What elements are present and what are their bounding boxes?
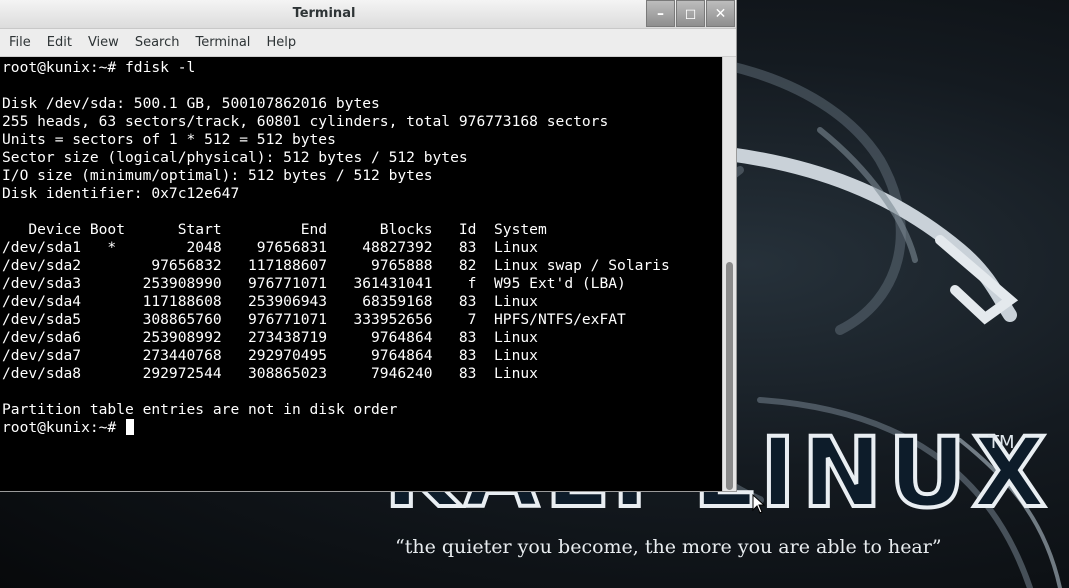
close-icon: ✕ [714,5,727,22]
window-title: Terminal [292,6,356,21]
menu-help[interactable]: Help [258,29,304,57]
window-titlebar[interactable]: Terminal – ◻ ✕ [0,0,736,29]
terminal-output-area[interactable]: root@kunix:~# fdisk -l Disk /dev/sda: 500… [0,57,722,491]
terminal-text: root@kunix:~# fdisk -l Disk /dev/sda: 500… [0,57,722,437]
menu-edit[interactable]: Edit [39,29,80,57]
menu-search[interactable]: Search [127,29,188,57]
minimize-button[interactable]: – [646,0,675,27]
kali-tagline: “the quieter you become, the more you ar… [395,536,942,558]
terminal-line: /dev/sda7 273440768 292970495 9764864 83… [2,347,538,364]
terminal-line: /dev/sda4 117188608 253906943 68359168 8… [2,293,538,310]
maximize-button[interactable]: ◻ [676,0,705,27]
terminal-line: /dev/sda8 292972544 308865023 7946240 83… [2,365,538,382]
terminal-prompt-line[interactable]: root@kunix:~# [2,419,722,437]
terminal-line: /dev/sda2 97656832 117188607 9765888 82 … [2,257,670,274]
menu-terminal[interactable]: Terminal [187,29,258,57]
scrollbar-thumb[interactable] [726,262,733,490]
terminal-line: /dev/sda1 * 2048 97656831 48827392 83 Li… [2,239,538,256]
terminal-line: Device Boot Start End Blocks Id System [2,221,547,238]
terminal-scrollbar[interactable] [722,57,736,491]
window-controls: – ◻ ✕ [646,0,735,27]
terminal-cursor [126,419,135,435]
menu-file[interactable]: File [0,29,39,57]
terminal-line: /dev/sda3 253908990 976771071 361431041 … [2,275,626,292]
trademark-mark: TM [988,432,1015,453]
terminal-line: /dev/sda5 308865760 976771071 333952656 … [2,311,626,328]
minimize-icon: – [657,5,664,22]
terminal-line: Partition table entries are not in disk … [2,401,398,418]
menu-bar: File Edit View Search Terminal Help [0,29,736,57]
terminal-line: Disk /dev/sda: 500.1 GB, 500107862016 by… [2,95,380,112]
terminal-line: Disk identifier: 0x7c12e647 [2,185,240,202]
menu-view[interactable]: View [80,29,127,57]
terminal-line: root@kunix:~# fdisk -l [2,59,196,76]
terminal-prompt: root@kunix:~# [2,419,126,436]
terminal-line: Units = sectors of 1 * 512 = 512 bytes [2,131,336,148]
close-button[interactable]: ✕ [706,0,735,27]
terminal-window[interactable]: Terminal – ◻ ✕ File Edit View Search Ter… [0,0,737,492]
terminal-line: Sector size (logical/physical): 512 byte… [2,149,468,166]
terminal-line: /dev/sda6 253908992 273438719 9764864 83… [2,329,538,346]
maximize-icon: ◻ [684,5,697,22]
terminal-line: I/O size (minimum/optimal): 512 bytes / … [2,167,433,184]
terminal-line: 255 heads, 63 sectors/track, 60801 cylin… [2,113,609,130]
mouse-pointer-icon [752,494,766,514]
